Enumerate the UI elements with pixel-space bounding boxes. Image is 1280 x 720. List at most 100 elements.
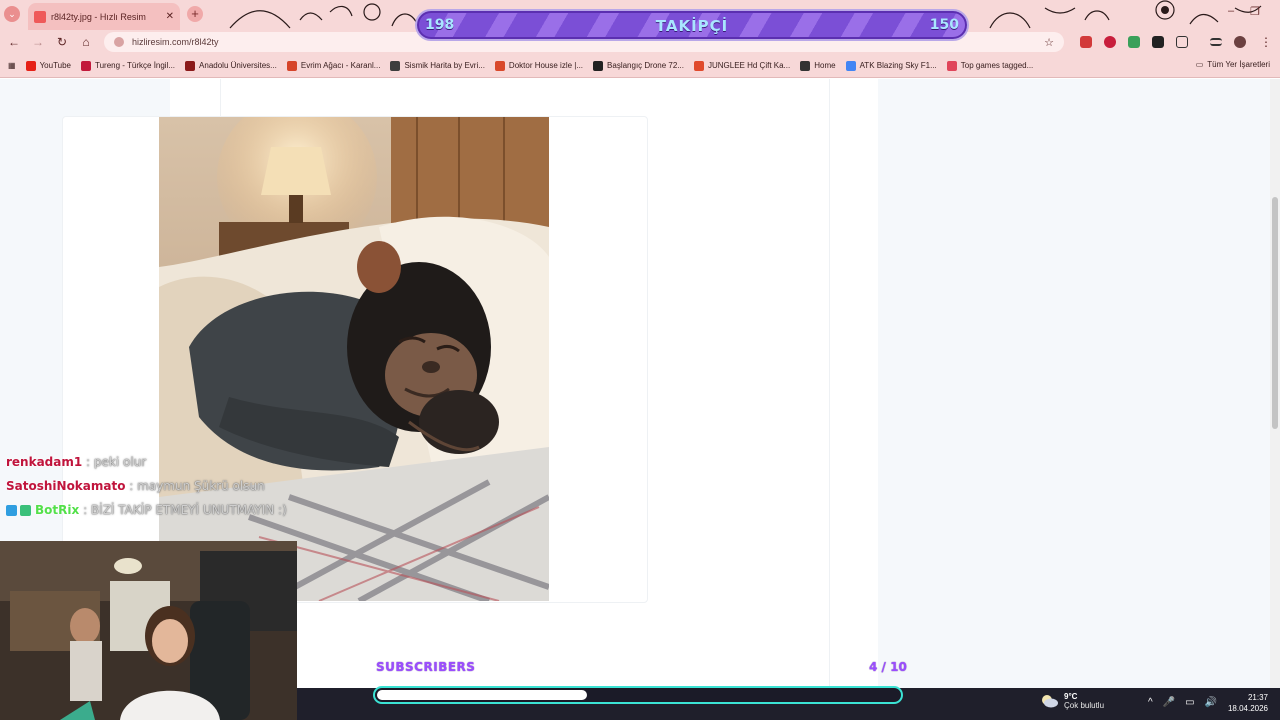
more-options-icon[interactable]: ⋮ — [1258, 34, 1274, 50]
bookmark-favicon-icon — [845, 60, 856, 71]
forward-icon[interactable]: → — [30, 34, 46, 50]
bookmark-favicon-icon — [946, 60, 957, 71]
bookmark-item[interactable]: ATK Blazing Sky F1... — [845, 60, 937, 71]
bookmark-star-icon[interactable]: ☆ — [1044, 36, 1054, 49]
webcam-feed — [0, 541, 297, 720]
bookmark-label: YouTube — [39, 61, 71, 70]
bookmark-label: Evrim Ağacı - Karanl... — [300, 61, 381, 70]
bookmark-item[interactable]: Tureng - Türkçe İngil... — [81, 60, 176, 71]
bookmark-item[interactable]: JUNGLEE Hd Çift Ka... — [693, 60, 791, 71]
bookmarks-bar: ▦ YouTube Tureng - Türkçe İngil... Anadolu… — [0, 54, 1280, 78]
followers-goal: 150 — [929, 17, 959, 33]
bookmark-item[interactable]: Başlangıç Drone 72... — [593, 60, 684, 71]
clock-date: 18.04.2026 — [1227, 704, 1268, 713]
bookmark-label: Başlangıç Drone 72... — [607, 61, 684, 70]
bookmark-favicon-icon — [390, 60, 401, 71]
stream-chat: renkadam1 : peki olur SatoshiNokamato : m… — [6, 450, 326, 522]
bookmark-list: YouTube Tureng - Türkçe İngil... Anadolu Ü… — [25, 60, 1044, 71]
bookmark-label: Home — [814, 61, 836, 70]
followers-label: TAKİPÇİ — [655, 17, 729, 35]
follower-goal-bar: 198 TAKİPÇİ 150 — [415, 9, 969, 41]
bookmark-item[interactable]: Doktor House izle |... — [494, 60, 584, 71]
extension-icon[interactable] — [1104, 36, 1116, 48]
webcam-illustration — [0, 541, 297, 720]
maximize-button[interactable]: ❐ — [1250, 5, 1260, 18]
active-tab[interactable]: r8l42ty.jpg - Hızlı Resim ✕ — [28, 3, 180, 30]
subscriber-goal-fill — [377, 690, 588, 700]
bookmark-label: Doktor House izle |... — [508, 61, 584, 70]
new-tab-button[interactable]: + — [187, 6, 203, 22]
chat-username: SatoshiNokamato — [6, 479, 126, 493]
taskbar-clock[interactable]: 21:37 18.04.2026 — [1224, 692, 1268, 714]
bookmark-favicon-icon — [593, 60, 604, 71]
bookmark-label: JUNGLEE Hd Çift Ka... — [707, 61, 791, 70]
bookmark-favicon-icon — [25, 60, 36, 71]
bookmark-label: ATK Blazing Sky F1... — [859, 61, 937, 70]
photo-illustration — [159, 117, 549, 601]
chat-badges — [6, 505, 31, 516]
weather-temp: 9°C — [1064, 692, 1078, 701]
chat-message: renkadam1 : peki olur — [6, 450, 326, 474]
chat-text: : BİZİ TAKİP ETMEYİ UNUTMAYIN :) — [83, 503, 287, 517]
extensions-puzzle-icon[interactable] — [1176, 36, 1188, 48]
page-scrollbar[interactable] — [1270, 79, 1280, 688]
bookmark-favicon-icon — [286, 60, 297, 71]
all-bookmarks-button[interactable]: ▭ Tüm Yer İşaretleri — [1196, 60, 1270, 69]
tab-title: r8l42ty.jpg - Hızlı Resim — [51, 11, 146, 22]
extension-icon[interactable] — [1152, 36, 1164, 48]
tray-icon[interactable]: 🎤 — [1163, 697, 1175, 708]
chat-badge-icon — [20, 505, 31, 516]
weather-widget[interactable]: 9°C Çok bulutlu — [1040, 692, 1104, 710]
all-bookmarks-label: Tüm Yer İşaretleri — [1207, 60, 1270, 69]
profile-avatar[interactable] — [1234, 36, 1246, 48]
back-icon[interactable]: ← — [6, 34, 22, 50]
bookmark-label: Tureng - Türkçe İngil... — [95, 61, 176, 70]
apps-icon[interactable]: ▦ — [8, 61, 16, 70]
weather-condition: Çok bulutlu — [1064, 701, 1105, 710]
bookmark-favicon-icon — [800, 60, 811, 71]
bookmark-favicon-icon — [693, 60, 704, 71]
chat-badge-icon — [6, 505, 17, 516]
clock-time: 21:37 — [1247, 693, 1268, 702]
bookmark-item[interactable]: Evrim Ağacı - Karanl... — [286, 60, 381, 71]
chat-username: BotRix — [35, 503, 80, 517]
reload-icon[interactable]: ↻ — [54, 34, 70, 50]
chat-text: : peki olur — [86, 455, 147, 469]
bookmark-label: Top games tagged... — [960, 61, 1034, 70]
bookmark-item[interactable]: Sismik Harita by Evri... — [390, 60, 485, 71]
bookmark-item[interactable]: Anadolu Üniversites... — [185, 60, 277, 71]
tray-icon[interactable]: ▭ — [1185, 697, 1194, 708]
tray-icon[interactable]: 🔊 — [1205, 697, 1217, 708]
bookmark-favicon-icon — [81, 60, 91, 71]
subscribers-label: SUBSCRIBERS — [376, 660, 476, 674]
bookmark-item[interactable]: Home — [800, 60, 836, 71]
bookmark-item[interactable]: Top games tagged... — [946, 60, 1034, 71]
site-info-icon[interactable] — [114, 37, 124, 47]
subscribers-count: 4 / 10 — [869, 660, 907, 674]
chat-message: SatoshiNokamato : maymun Şükrü olsun — [6, 474, 326, 498]
tab-close-icon[interactable]: ✕ — [166, 11, 174, 22]
tab-favicon — [34, 10, 46, 23]
bookmark-item[interactable]: YouTube — [25, 60, 71, 71]
menu-icon[interactable] — [1210, 38, 1222, 46]
extension-icon[interactable] — [1080, 36, 1092, 48]
bookmark-favicon-icon — [185, 60, 196, 71]
chimpanzee-photo[interactable] — [159, 117, 549, 601]
extension-icon[interactable] — [1128, 36, 1140, 48]
minimize-button[interactable]: – — [1228, 5, 1234, 17]
tray-icon[interactable]: ^ — [1148, 697, 1153, 708]
home-icon[interactable]: ⌂ — [78, 34, 94, 50]
folder-icon: ▭ — [1195, 60, 1204, 69]
bookmark-label: Anadolu Üniversites... — [199, 61, 277, 70]
subscriber-goal-bar — [373, 686, 903, 704]
bookmark-label: Sismik Harita by Evri... — [404, 61, 485, 70]
screen: ⌄ r8l42ty.jpg - Hızlı Resim ✕ + – ❐ ← → … — [0, 0, 1280, 720]
cloudy-moon-icon — [1042, 695, 1058, 708]
tab-search-button[interactable]: ⌄ — [4, 6, 20, 22]
system-tray: ^ 🎤 ▭ 🔊 — [1148, 697, 1217, 708]
chat-username: renkadam1 — [6, 455, 83, 469]
scrollbar-thumb[interactable] — [1272, 197, 1278, 429]
bookmark-favicon-icon — [494, 60, 505, 71]
chat-text: : maymun Şükrü olsun — [129, 479, 265, 493]
chat-message: BotRix : BİZİ TAKİP ETMEYİ UNUTMAYIN :) — [6, 498, 326, 522]
